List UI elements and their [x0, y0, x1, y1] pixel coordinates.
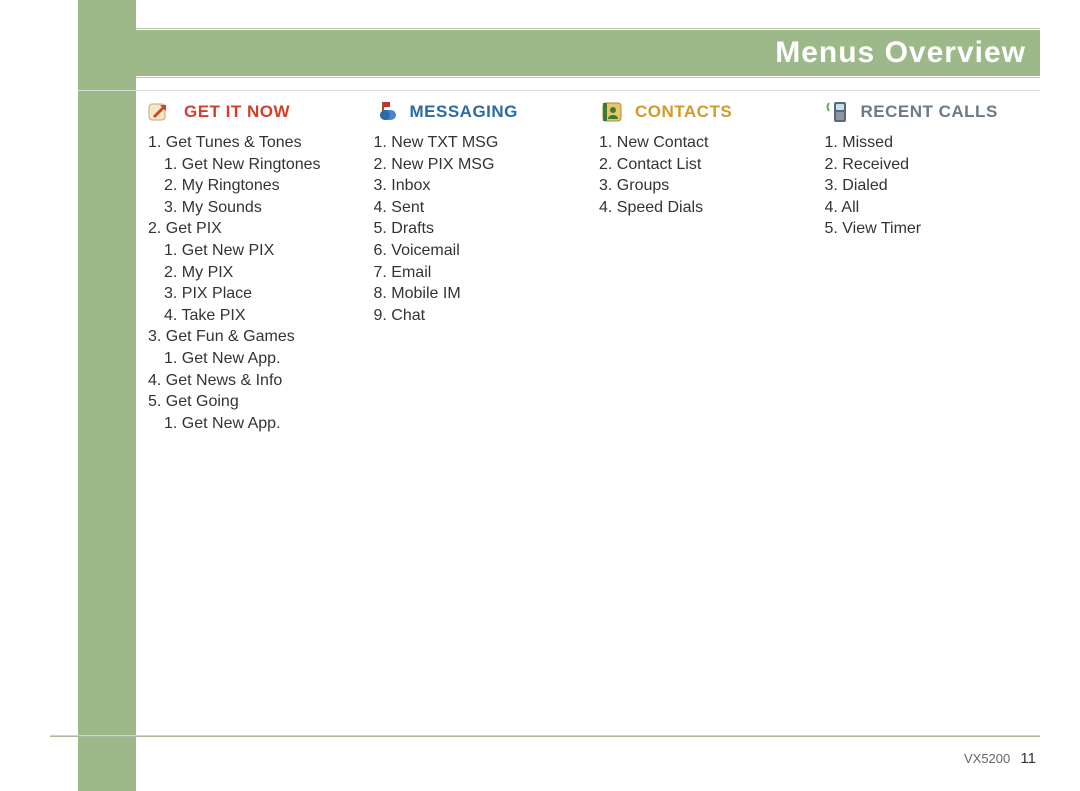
mailbox-icon	[374, 100, 402, 124]
section-title: Recent Calls	[861, 102, 998, 122]
section-header: Messaging	[374, 100, 590, 124]
list-item: 1. New Contact	[599, 132, 815, 154]
footer-rule	[50, 735, 1040, 737]
phone-icon	[825, 100, 853, 124]
list-item: 1. New TXT MSG	[374, 132, 590, 154]
arrow-star-icon	[148, 100, 176, 124]
menu-list: 1. New Contact 2. Contact List 3. Groups…	[599, 132, 815, 218]
menu-list: 1. Get Tunes & Tones 1. Get New Ringtone…	[148, 132, 364, 434]
list-item: 4. Get News & Info	[148, 370, 364, 392]
list-item: 3. PIX Place	[164, 283, 364, 305]
list-item: 3. My Sounds	[164, 197, 364, 219]
list-item: 1. Get New App.	[164, 413, 364, 435]
menu-list: 1. New TXT MSG 2. New PIX MSG 3. Inbox 4…	[374, 132, 590, 326]
manual-page: Menus Overview Get It Now 1. Get Tunes &…	[0, 0, 1080, 791]
list-item: 4. Speed Dials	[599, 197, 815, 219]
model-name: VX5200	[964, 751, 1010, 766]
list-item: 1. Get New Ringtones	[164, 154, 364, 176]
list-item: 5. View Timer	[825, 218, 1041, 240]
list-item: 9. Chat	[374, 305, 590, 327]
list-item: 4. Take PIX	[164, 305, 364, 327]
list-item: 3. Dialed	[825, 175, 1041, 197]
list-item: 1. Get New PIX	[164, 240, 364, 262]
list-item: 2. My Ringtones	[164, 175, 364, 197]
list-item: 1. Get New App.	[164, 348, 364, 370]
page-title: Menus Overview	[775, 36, 1026, 70]
list-item: 2. Contact List	[599, 154, 815, 176]
list-item: 5. Drafts	[374, 218, 590, 240]
list-item: 7. Email	[374, 262, 590, 284]
menu-list: 1. Missed 2. Received 3. Dialed 4. All 5…	[825, 132, 1041, 240]
section-title: Messaging	[410, 102, 518, 122]
column-recent-calls: Recent Calls 1. Missed 2. Received 3. Di…	[825, 100, 1041, 721]
list-item: 2. New PIX MSG	[374, 154, 590, 176]
list-item: 8. Mobile IM	[374, 283, 590, 305]
section-title: Contacts	[635, 102, 732, 122]
content-top-rule	[78, 90, 1040, 91]
list-item: 4. Sent	[374, 197, 590, 219]
column-contacts: Contacts 1. New Contact 2. Contact List …	[599, 100, 815, 721]
section-header: Contacts	[599, 100, 815, 124]
list-item: 1. Missed	[825, 132, 1041, 154]
page-number: 11	[1020, 750, 1036, 767]
list-item: 2. Received	[825, 154, 1041, 176]
address-book-icon	[599, 100, 627, 124]
list-item: 6. Voicemail	[374, 240, 590, 262]
list-item: 1. Get Tunes & Tones	[148, 132, 364, 154]
list-item: 5. Get Going	[148, 391, 364, 413]
list-item: 3. Inbox	[374, 175, 590, 197]
list-item: 2. Get PIX	[148, 218, 364, 240]
list-item: 2. My PIX	[164, 262, 364, 284]
column-messaging: Messaging 1. New TXT MSG 2. New PIX MSG …	[374, 100, 590, 721]
footer-text: VX5200 11	[964, 750, 1036, 767]
header-rule-bottom	[136, 77, 1040, 78]
section-header: Get It Now	[148, 100, 364, 124]
left-green-strip	[78, 0, 136, 791]
list-item: 4. All	[825, 197, 1041, 219]
section-header: Recent Calls	[825, 100, 1041, 124]
list-item: 3. Groups	[599, 175, 815, 197]
list-item: 3. Get Fun & Games	[148, 326, 364, 348]
column-get-it-now: Get It Now 1. Get Tunes & Tones 1. Get N…	[148, 100, 364, 721]
content-columns: Get It Now 1. Get Tunes & Tones 1. Get N…	[148, 100, 1040, 721]
page-header-band: Menus Overview	[136, 30, 1040, 76]
header-rule-top	[136, 28, 1040, 29]
section-title: Get It Now	[184, 102, 290, 122]
